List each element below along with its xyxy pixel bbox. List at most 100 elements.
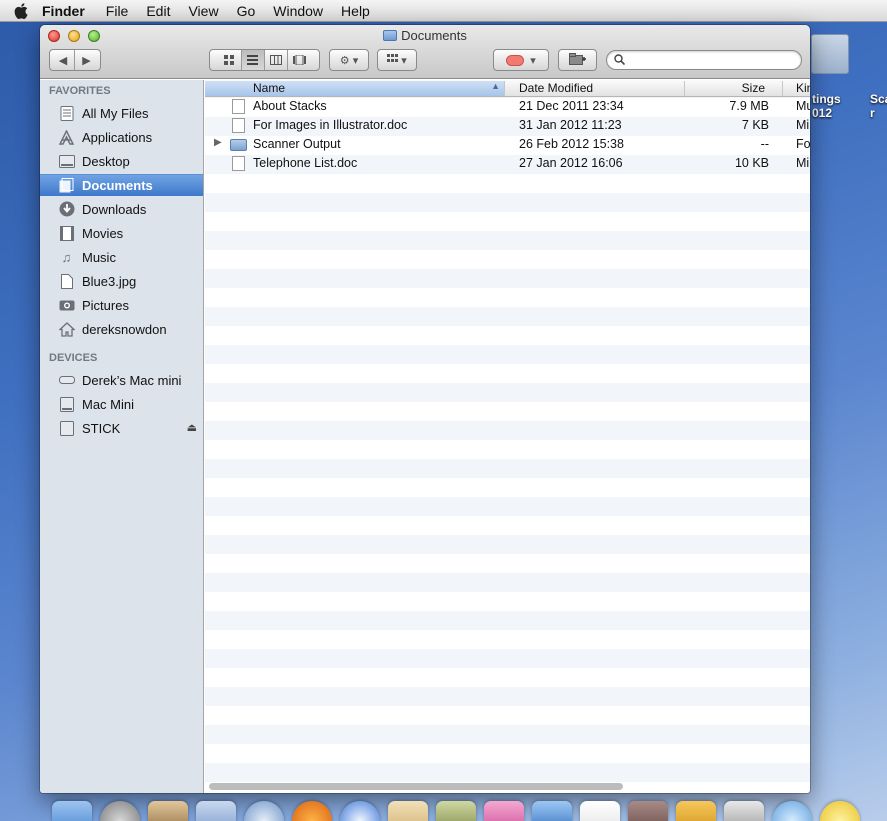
sidebar-item-all-my-files[interactable]: All My Files (40, 102, 203, 124)
menu-file[interactable]: File (97, 3, 138, 19)
system-dock-icon[interactable] (100, 801, 140, 821)
disclosure-triangle-icon[interactable]: ▶ (214, 137, 222, 148)
desktop-folder-icon[interactable] (811, 34, 849, 74)
finder-window: Documents ◀ ▶ ⚙ ▾ ▾ ▾ FAVORITES All My F… (40, 25, 810, 793)
search-input[interactable] (629, 53, 793, 67)
file-name: Telephone List.doc (253, 156, 358, 170)
dock (40, 795, 887, 821)
table-row[interactable]: About Stacks 21 Dec 2011 23:34 7.9 MB Mu (205, 97, 810, 116)
forward-button[interactable]: ▶ (75, 50, 98, 70)
dashboard-dock-icon[interactable] (148, 801, 188, 821)
column-header-name[interactable]: Name ▲ (205, 81, 505, 96)
browser-dock-icon[interactable] (340, 801, 380, 821)
desktop-item-label[interactable]: Scar (870, 92, 887, 120)
title-bar[interactable]: Documents ◀ ▶ ⚙ ▾ ▾ ▾ (40, 25, 810, 79)
horizontal-scrollbar[interactable] (209, 783, 623, 790)
new-folder-icon (569, 52, 586, 68)
address-book-dock-icon[interactable] (388, 801, 428, 821)
back-button[interactable]: ◀ (52, 50, 75, 70)
search-icon (614, 54, 626, 68)
sidebar-item-label: Derek’s Mac mini (82, 372, 182, 388)
sidebar-item-label: Mac Mini (82, 396, 135, 412)
mail-dock-icon[interactable] (196, 801, 236, 821)
finder-dock-icon[interactable] (52, 801, 92, 821)
window-title: Documents (40, 28, 810, 43)
new-folder-button[interactable] (558, 49, 597, 71)
pictures-icon (58, 297, 75, 313)
acrobat-dock-icon[interactable] (580, 801, 620, 821)
firefox-dock-icon[interactable] (292, 801, 332, 821)
safari-dock-icon[interactable] (244, 801, 284, 821)
red-label-icon (506, 54, 525, 66)
sidebar-item-label: Downloads (82, 201, 147, 217)
document-icon (232, 156, 245, 171)
sidebar-item-home[interactable]: dereksnowdon (40, 318, 203, 340)
label-menu-button[interactable]: ▾ (493, 49, 549, 71)
movies-icon (58, 225, 75, 241)
sidebar-item-downloads[interactable]: Downloads (40, 198, 203, 220)
menu-view[interactable]: View (179, 3, 227, 19)
sidebar-item-desktop[interactable]: Desktop (40, 150, 203, 172)
document-icon (232, 99, 245, 114)
cover-flow-icon[interactable] (288, 50, 311, 70)
emoji-dock-icon[interactable] (820, 801, 860, 821)
sidebar-item-label: All My Files (82, 105, 149, 121)
arrange-menu-button[interactable]: ▾ (377, 49, 417, 71)
file-size: -- (760, 137, 769, 151)
system-preferences-dock-icon[interactable] (724, 801, 764, 821)
desktop-icon (58, 153, 75, 169)
file-size: 7.9 MB (729, 99, 769, 113)
menu-app-name[interactable]: Finder (42, 3, 97, 19)
soundbooth-dock-icon[interactable] (436, 801, 476, 821)
hard-drive-icon (58, 396, 75, 412)
folder-icon (230, 139, 247, 151)
sidebar-item-dereks-mac-mini[interactable]: Derek’s Mac mini (40, 369, 203, 391)
sidebar-item-stick[interactable]: STICK ⏏ (40, 417, 203, 439)
file-date: 27 Jan 2012 16:06 (519, 156, 623, 170)
photoshop-dock-icon[interactable] (532, 801, 572, 821)
column-header-kind[interactable]: Kin (783, 81, 810, 96)
menu-go[interactable]: Go (228, 3, 265, 19)
table-row[interactable]: Telephone List.doc 27 Jan 2012 16:06 10 … (205, 154, 810, 173)
table-row[interactable]: For Images in Illustrator.doc 31 Jan 201… (205, 116, 810, 135)
chevron-down-icon: ▾ (352, 54, 359, 67)
file-name: Scanner Output (253, 137, 341, 151)
column-header-date-modified[interactable]: Date Modified (505, 81, 685, 96)
column-header-size[interactable]: Size (685, 81, 783, 96)
table-row[interactable]: ▶ Scanner Output 26 Feb 2012 15:38 -- Fo (205, 135, 810, 154)
sidebar-item-movies[interactable]: Movies (40, 222, 203, 244)
action-menu-button[interactable]: ⚙ ▾ (329, 49, 369, 71)
list-view-icon[interactable] (241, 50, 265, 70)
sidebar-item-pictures[interactable]: Pictures (40, 294, 203, 316)
menu-bar: Finder File Edit View Go Window Help (0, 0, 887, 22)
sidebar-devices-header: DEVICES (49, 352, 98, 364)
menu-edit[interactable]: Edit (137, 3, 179, 19)
file-name: About Stacks (253, 99, 327, 113)
music-icon: ♫ (61, 249, 72, 265)
desktop-item-label[interactable]: tings 012 (812, 92, 841, 120)
apple-menu-icon[interactable] (0, 2, 42, 19)
menu-help[interactable]: Help (332, 3, 379, 19)
sidebar-item-documents[interactable]: Documents (40, 174, 203, 196)
sidebar-item-label: STICK (82, 420, 121, 436)
indesign-dock-icon[interactable] (484, 801, 524, 821)
sidebar-item-blue3[interactable]: Blue3.jpg (40, 270, 203, 292)
sidebar-item-label: Movies (82, 225, 124, 241)
search-field[interactable] (606, 50, 802, 70)
sidebar-item-music[interactable]: ♫ Music (40, 246, 203, 268)
sidebar-item-label: Music (82, 249, 116, 265)
sidebar-item-applications[interactable]: Applications (40, 126, 203, 148)
eject-icon[interactable]: ⏏ (187, 421, 197, 434)
icon-view-icon[interactable] (219, 50, 242, 70)
app-dock-icon[interactable] (772, 801, 812, 821)
computer-icon (58, 372, 75, 388)
column-view-icon[interactable] (265, 50, 288, 70)
distiller-dock-icon[interactable] (628, 801, 668, 821)
illustrator-dock-icon[interactable] (676, 801, 716, 821)
sidebar-item-label: dereksnowdon (82, 321, 167, 337)
menu-window[interactable]: Window (264, 3, 332, 19)
file-kind: Mi (796, 156, 810, 170)
sidebar-item-mac-mini[interactable]: Mac Mini (40, 393, 203, 415)
arrange-icon (387, 53, 399, 67)
sidebar-item-label: Pictures (82, 297, 129, 313)
